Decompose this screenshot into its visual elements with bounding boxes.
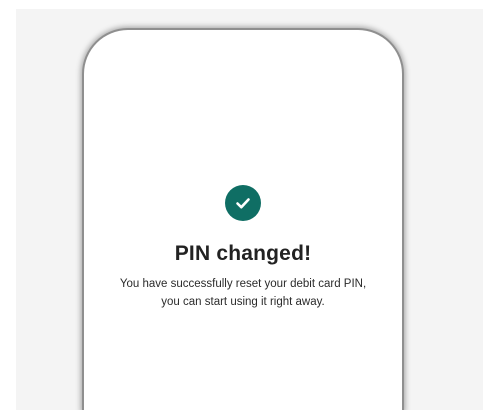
checkmark-icon (236, 198, 250, 209)
phone-screen: PIN changed! You have successfully reset… (84, 30, 402, 410)
check-circle-icon (225, 185, 261, 221)
success-panel: PIN changed! You have successfully reset… (84, 185, 402, 311)
success-message-line-2: you can start using it right away. (161, 296, 325, 308)
success-message: You have successfully reset your debit c… (93, 275, 393, 311)
success-message-line-1: You have successfully reset your debit c… (119, 278, 367, 290)
success-title: PIN changed! (174, 242, 312, 265)
